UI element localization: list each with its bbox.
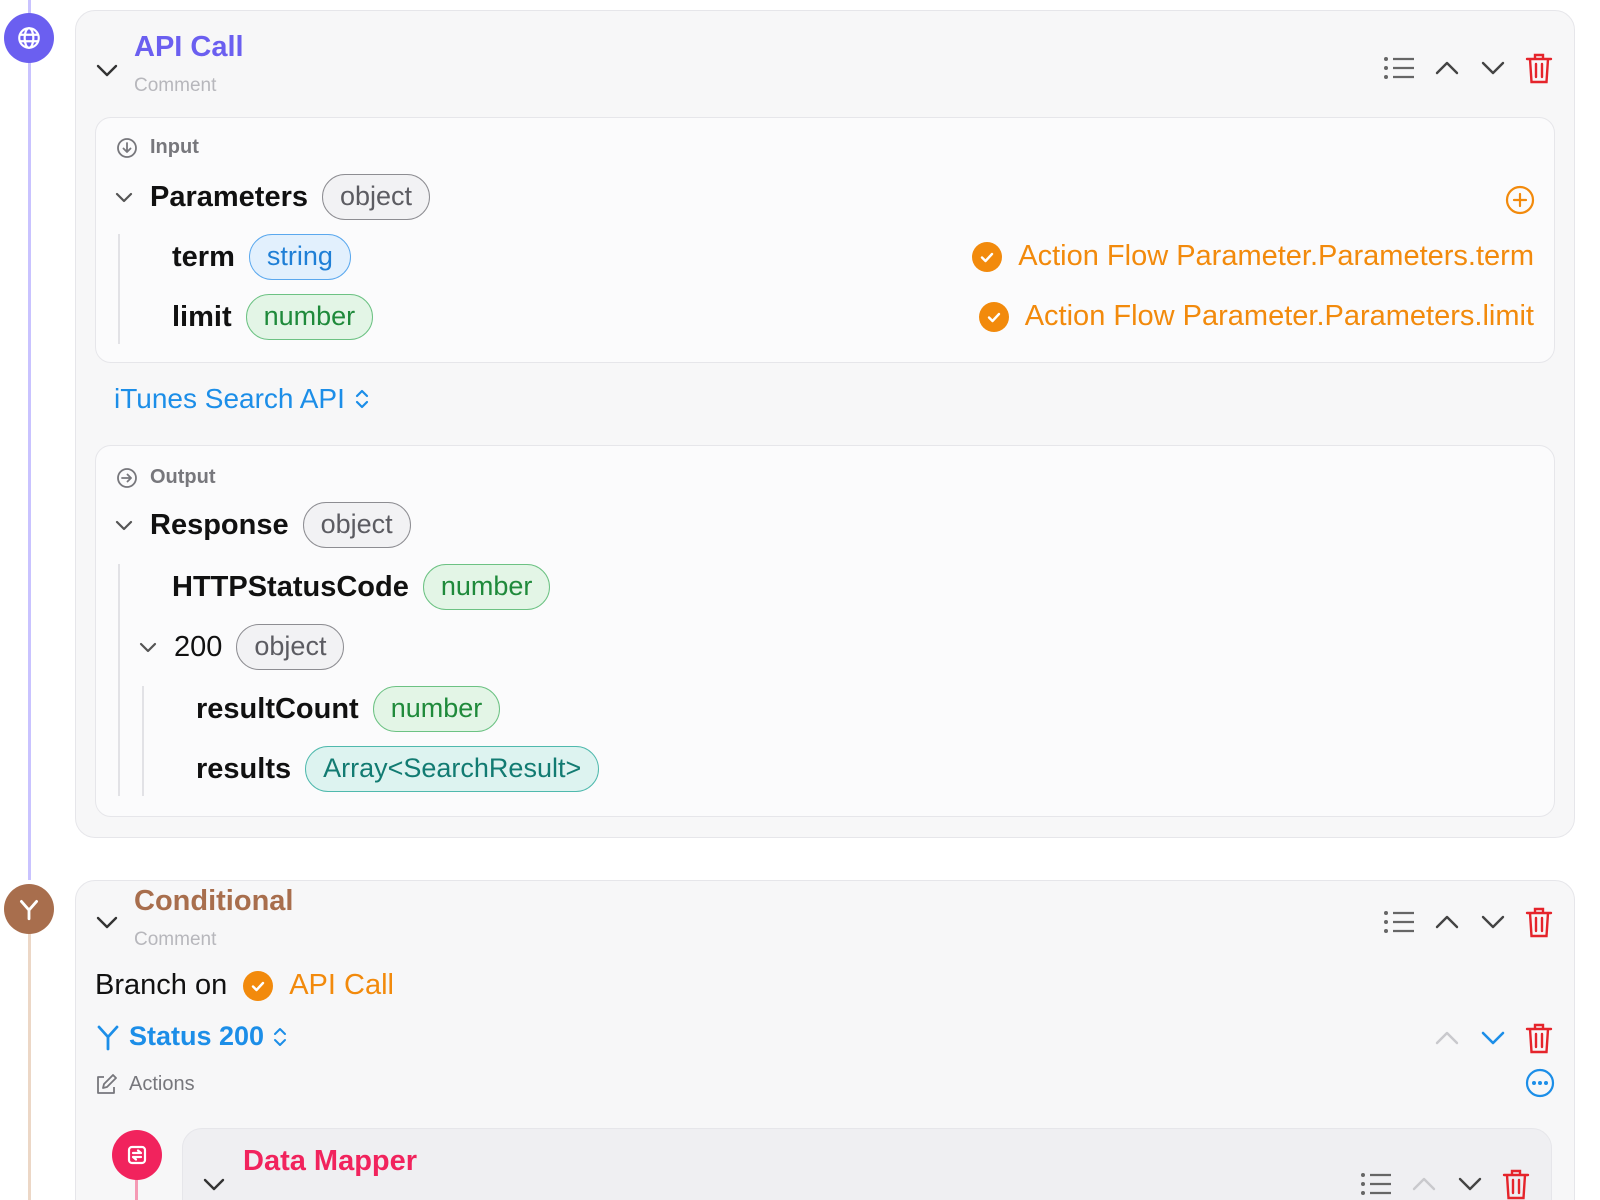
output-heading: Output <box>116 466 216 489</box>
result-field-row: results Array<SearchResult> <box>196 746 600 792</box>
input-heading: Input <box>116 136 199 159</box>
branch-on-label: Branch on <box>95 969 228 1001</box>
timeline-rail-data-mapper <box>135 1178 138 1200</box>
api-call-title: API Call <box>134 31 244 63</box>
field-name: 200 <box>174 630 223 663</box>
field-name: Response <box>150 508 289 541</box>
binding-path: Action Flow Parameter.Parameters.term <box>1018 240 1534 272</box>
card-toolbar <box>1359 1167 1531 1200</box>
type-badge: object <box>322 174 431 220</box>
output-panel: Output Response object HTTPStatusCode nu… <box>95 445 1555 817</box>
card-toolbar <box>1382 905 1554 939</box>
endpoint-label: iTunes Search API <box>114 383 345 414</box>
status-label: Status 200 <box>129 1021 265 1051</box>
type-badge: object <box>236 624 345 670</box>
expand-chevron-icon[interactable] <box>112 185 136 209</box>
move-up-icon[interactable] <box>1432 53 1462 83</box>
checkmark-icon <box>972 241 1003 272</box>
add-parameter-icon[interactable] <box>1504 184 1536 216</box>
trash-icon[interactable] <box>1524 51 1554 85</box>
trash-icon[interactable] <box>1524 1021 1554 1055</box>
expand-chevron-icon[interactable] <box>136 635 160 659</box>
tree-guide-line <box>142 686 144 796</box>
status-selector[interactable]: Status 200 <box>95 1021 288 1052</box>
comment-field[interactable]: Comment <box>134 929 216 951</box>
move-up-icon[interactable] <box>1432 907 1462 937</box>
type-badge: string <box>248 234 351 280</box>
branch-on-row: Branch on API Call <box>95 969 394 1002</box>
tree-guide-line <box>118 564 120 796</box>
card-toolbar <box>1382 51 1554 85</box>
type-badge: number <box>422 564 551 610</box>
status-code-row: HTTPStatusCode number <box>172 564 551 610</box>
response-row: Response object <box>112 502 411 548</box>
parameter-row: term string <box>172 234 351 280</box>
branch-toolbar <box>1432 1021 1554 1055</box>
conditional-title: Conditional <box>134 885 294 917</box>
field-name: Parameters <box>150 180 308 213</box>
conditional-node-icon <box>4 884 54 934</box>
type-badge: Array<SearchResult> <box>305 746 600 792</box>
checkmark-icon <box>978 301 1009 332</box>
move-down-icon[interactable] <box>1478 907 1508 937</box>
code-group-row: 200 object <box>136 624 345 670</box>
timeline-rail-api-call <box>28 0 31 880</box>
more-options-icon[interactable] <box>1524 1067 1556 1099</box>
collapse-chevron-icon[interactable] <box>92 907 122 937</box>
parameter-binding[interactable]: Action Flow Parameter.Parameters.term <box>972 240 1534 273</box>
branch-icon <box>97 1025 119 1050</box>
field-name: limit <box>172 300 232 333</box>
field-name: HTTPStatusCode <box>172 570 409 603</box>
actions-label: Actions <box>129 1073 195 1095</box>
result-field-row: resultCount number <box>196 686 501 732</box>
branch-source[interactable]: API Call <box>289 969 394 1002</box>
checkmark-icon <box>243 970 274 1001</box>
timeline-rail-conditional <box>28 910 31 1200</box>
parameter-row: limit number <box>172 294 374 340</box>
move-up-icon[interactable] <box>1409 1169 1439 1199</box>
list-icon[interactable] <box>1382 907 1416 937</box>
data-mapper-node-icon <box>112 1130 162 1180</box>
input-panel: Input Parameters object term string Acti… <box>95 117 1555 363</box>
move-down-icon[interactable] <box>1478 53 1508 83</box>
field-name: results <box>196 752 292 785</box>
output-label: Output <box>150 466 216 488</box>
trash-icon[interactable] <box>1501 1167 1531 1200</box>
api-call-card: API Call Comment Input Parameters object… <box>75 10 1575 838</box>
parameter-binding[interactable]: Action Flow Parameter.Parameters.limit <box>978 300 1534 333</box>
move-down-icon[interactable] <box>1455 1169 1485 1199</box>
input-label: Input <box>150 136 199 158</box>
field-name: term <box>172 240 235 273</box>
move-up-icon[interactable] <box>1432 1023 1462 1053</box>
api-call-node-icon <box>4 13 54 63</box>
type-badge: object <box>302 502 411 548</box>
parameters-row: Parameters object <box>112 174 431 220</box>
field-name: resultCount <box>196 692 359 725</box>
collapse-chevron-icon[interactable] <box>199 1169 229 1199</box>
type-badge: number <box>372 686 501 732</box>
binding-path: Action Flow Parameter.Parameters.limit <box>1024 300 1534 332</box>
edit-icon <box>97 1073 117 1094</box>
collapse-chevron-icon[interactable] <box>92 55 122 85</box>
input-arrow-icon <box>117 137 137 158</box>
move-down-icon[interactable] <box>1478 1023 1508 1053</box>
comment-field[interactable]: Comment <box>134 75 216 97</box>
output-arrow-icon <box>117 467 137 488</box>
actions-heading: Actions <box>95 1073 195 1096</box>
up-down-chevron-icon <box>274 1027 287 1046</box>
list-icon[interactable] <box>1359 1169 1393 1199</box>
data-mapper-card: Data Mapper <box>182 1128 1552 1200</box>
tree-guide-line <box>118 234 120 344</box>
expand-chevron-icon[interactable] <box>112 513 136 537</box>
list-icon[interactable] <box>1382 53 1416 83</box>
endpoint-selector[interactable]: iTunes Search API <box>114 383 371 415</box>
trash-icon[interactable] <box>1524 905 1554 939</box>
type-badge: number <box>245 294 374 340</box>
data-mapper-title: Data Mapper <box>243 1145 418 1177</box>
up-down-chevron-icon <box>355 389 368 409</box>
